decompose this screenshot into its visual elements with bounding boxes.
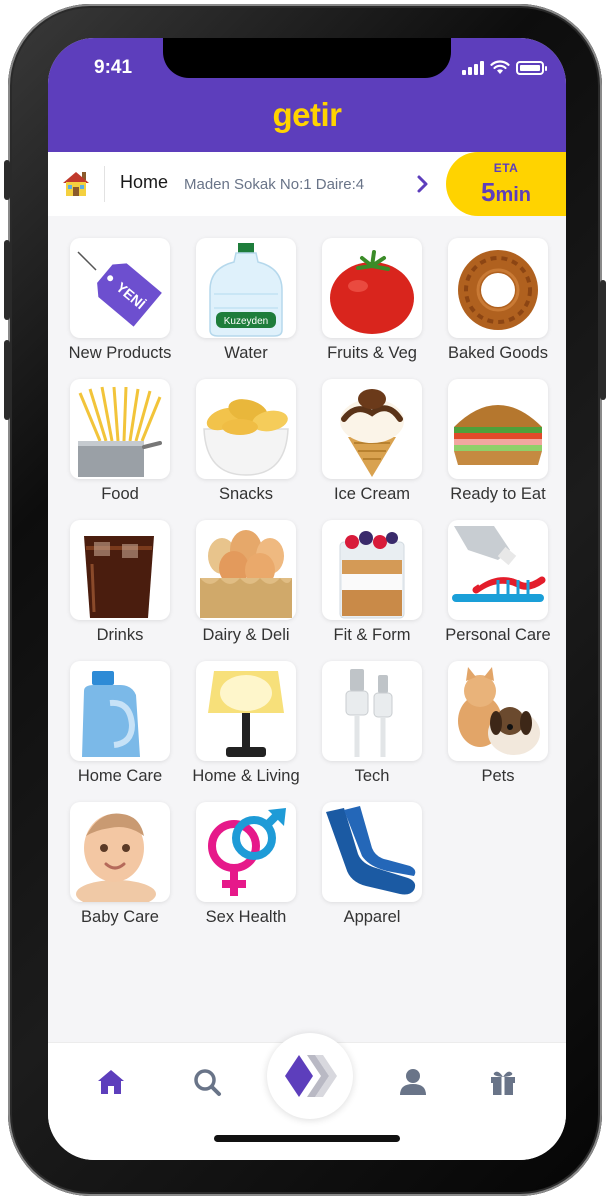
- eta-badge: ETA 5min: [446, 152, 566, 216]
- category-baby-care[interactable]: Baby Care: [62, 802, 172, 930]
- house-icon: [63, 172, 89, 196]
- category-ice-cream[interactable]: Ice Cream: [314, 379, 424, 507]
- apparel-image: [322, 802, 422, 902]
- tab-getir-center[interactable]: [267, 1033, 353, 1119]
- eta-unit: min: [495, 184, 532, 206]
- category-tech[interactable]: Tech: [314, 661, 424, 789]
- search-icon: [194, 1069, 221, 1096]
- address-text: Maden Sokak No:1 Daire:4: [184, 176, 365, 193]
- category-ready-to-eat[interactable]: Ready to Eat: [440, 379, 550, 507]
- battery-icon: [516, 61, 547, 75]
- snacks-image: [196, 379, 296, 479]
- category-food[interactable]: Food: [62, 379, 172, 507]
- category-label: Home Care: [77, 767, 163, 785]
- category-label: Food: [101, 485, 139, 503]
- ice-cream-image: [322, 379, 422, 479]
- category-sex-health[interactable]: Sex Health: [188, 802, 298, 930]
- eta-value: 5min: [446, 177, 566, 208]
- category-label: Ice Cream: [333, 485, 411, 503]
- water-brand-text: Kuzeyden: [224, 316, 268, 327]
- chevron-right-icon[interactable]: [416, 174, 430, 194]
- category-label: Drinks: [96, 626, 144, 644]
- device-notch: [163, 38, 451, 78]
- ready-to-eat-image: [448, 379, 548, 479]
- volume-down-button: [4, 340, 10, 420]
- silent-switch: [4, 160, 10, 200]
- cellular-signal-icon: [462, 61, 484, 75]
- pets-image: [448, 661, 548, 761]
- volume-up-button: [4, 240, 10, 320]
- category-baked-goods[interactable]: Baked Goods: [440, 238, 550, 366]
- category-fruits-veg[interactable]: Fruits & Veg: [314, 238, 424, 366]
- home-icon: [98, 1070, 124, 1094]
- tab-search[interactable]: [190, 1065, 224, 1099]
- category-label: Pets: [481, 767, 515, 785]
- category-label: Apparel: [343, 908, 401, 926]
- address-divider: [104, 166, 105, 202]
- category-label: Ready to Eat: [450, 485, 546, 503]
- fit-form-image: [322, 520, 422, 620]
- category-apparel[interactable]: Apparel: [314, 802, 424, 930]
- category-label: Home & Living: [192, 767, 300, 785]
- profile-icon: [400, 1069, 426, 1095]
- category-new-products[interactable]: YENİ New Products: [62, 238, 172, 366]
- drinks-image: [70, 520, 170, 620]
- getir-logo-icon: [285, 1055, 337, 1097]
- tab-profile[interactable]: [396, 1065, 430, 1099]
- category-personal-care[interactable]: Personal Care: [440, 520, 551, 648]
- tech-image: [322, 661, 422, 761]
- category-dairy-deli[interactable]: Dairy & Deli: [188, 520, 298, 648]
- category-label: Sex Health: [205, 908, 287, 926]
- home-care-image: [70, 661, 170, 761]
- category-label: Baked Goods: [448, 344, 548, 362]
- category-label: Fit & Form: [333, 626, 411, 644]
- personal-care-image: [448, 520, 548, 620]
- address-label: Home: [120, 172, 169, 192]
- baby-care-image: [70, 802, 170, 902]
- status-icons: [462, 60, 547, 75]
- fruits-veg-image: [322, 238, 422, 338]
- category-label: New Products: [68, 344, 172, 362]
- category-water[interactable]: Kuzeyden Water: [188, 238, 298, 366]
- category-label: Baby Care: [81, 908, 159, 926]
- sex-health-image: [196, 802, 296, 902]
- category-label: Fruits & Veg: [327, 344, 417, 362]
- app-screen: 9:41 getir Home Maden Sokak No:1 Daire:4: [48, 38, 566, 1160]
- food-image: [70, 379, 170, 479]
- tab-home[interactable]: [94, 1065, 128, 1099]
- category-home-living[interactable]: Home & Living: [188, 661, 300, 789]
- eta-number: 5: [480, 177, 496, 207]
- app-header: 9:41 getir: [48, 38, 566, 152]
- home-indicator[interactable]: [214, 1135, 400, 1142]
- baked-goods-image: [448, 238, 548, 338]
- status-time: 9:41: [94, 57, 133, 78]
- new-products-image: YENİ: [70, 238, 170, 338]
- eta-label: ETA: [493, 161, 519, 175]
- category-pets[interactable]: Pets: [440, 661, 550, 789]
- category-label: Personal Care: [445, 626, 551, 644]
- category-drinks[interactable]: Drinks: [62, 520, 172, 648]
- tab-gifts[interactable]: [486, 1065, 520, 1099]
- water-image: Kuzeyden: [196, 238, 296, 338]
- category-label: Dairy & Deli: [202, 626, 290, 644]
- category-label: Snacks: [218, 485, 274, 503]
- category-home-care[interactable]: Home Care: [62, 661, 172, 789]
- gift-icon: [491, 1071, 515, 1095]
- category-snacks[interactable]: Snacks: [188, 379, 298, 507]
- getir-logo: getir: [272, 96, 342, 133]
- category-label: Water: [224, 344, 268, 362]
- category-label: Tech: [354, 767, 390, 785]
- category-fit-form[interactable]: Fit & Form: [314, 520, 424, 648]
- home-living-image: [196, 661, 296, 761]
- power-button: [600, 280, 606, 400]
- wifi-icon: [490, 60, 510, 74]
- bottom-tab-bar: [48, 1033, 566, 1160]
- dairy-deli-image: [196, 520, 296, 620]
